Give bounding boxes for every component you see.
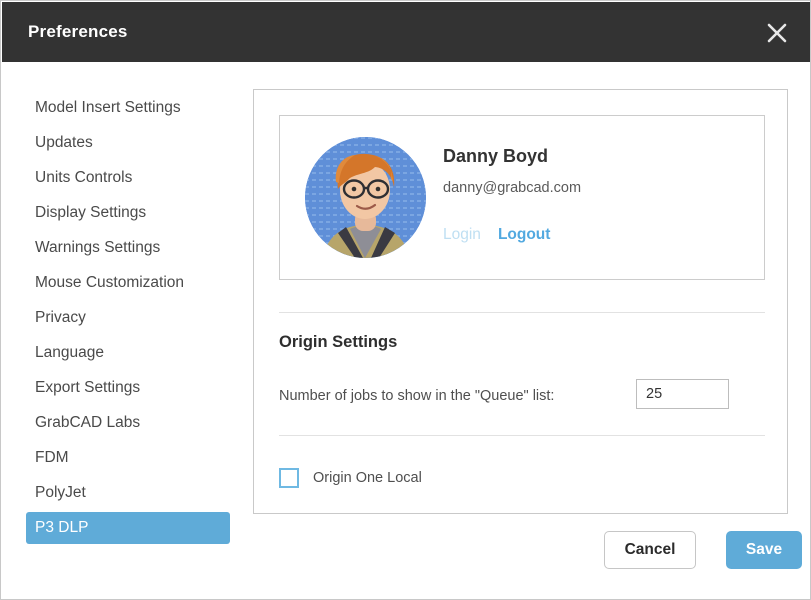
sidebar-item-label: Export Settings — [35, 379, 141, 396]
cancel-button[interactable]: Cancel — [604, 531, 696, 569]
origin-one-local-checkbox[interactable] — [279, 468, 299, 488]
origin-settings-title: Origin Settings — [279, 333, 398, 351]
preferences-sidebar: Model Insert Settings Updates Units Cont… — [2, 62, 247, 599]
sidebar-item-label: Warnings Settings — [35, 239, 161, 256]
sidebar-item-display-settings[interactable]: Display Settings — [26, 197, 230, 229]
save-button[interactable]: Save — [726, 531, 802, 569]
sidebar-item-p3-dlp[interactable]: P3 DLP — [26, 512, 230, 544]
jobs-count-input[interactable] — [636, 379, 729, 409]
sidebar-item-label: Mouse Customization — [35, 274, 185, 291]
profile-name: Danny Boyd — [443, 146, 549, 166]
sidebar-item-mouse-customization[interactable]: Mouse Customization — [26, 267, 230, 299]
sidebar-item-warnings-settings[interactable]: Warnings Settings — [26, 232, 230, 264]
origin-one-local-row[interactable]: Origin One Local — [279, 467, 422, 489]
sidebar-item-label: Updates — [35, 134, 93, 151]
section-divider-bottom — [279, 435, 765, 436]
sidebar-item-label: Model Insert Settings — [35, 99, 181, 116]
preferences-content-panel: Danny Boyd danny@grabcad.com Login Logout… — [253, 89, 788, 514]
dialog-footer: Cancel Save — [253, 531, 802, 579]
sidebar-item-updates[interactable]: Updates — [26, 127, 230, 159]
sidebar-item-fdm[interactable]: FDM — [26, 442, 230, 474]
sidebar-item-polyjet[interactable]: PolyJet — [26, 477, 230, 509]
sidebar-item-model-insert-settings[interactable]: Model Insert Settings — [26, 92, 230, 124]
sidebar-item-label: GrabCAD Labs — [35, 414, 141, 431]
sidebar-item-label: Display Settings — [35, 204, 147, 221]
sidebar-item-units-controls[interactable]: Units Controls — [26, 162, 230, 194]
sidebar-item-label: PolyJet — [35, 484, 86, 501]
login-link[interactable]: Login — [443, 226, 481, 243]
sidebar-item-privacy[interactable]: Privacy — [26, 302, 230, 334]
sidebar-item-grabcad-labs[interactable]: GrabCAD Labs — [26, 407, 230, 439]
section-divider-top — [279, 312, 765, 313]
sidebar-item-export-settings[interactable]: Export Settings — [26, 372, 230, 404]
sidebar-item-label: FDM — [35, 449, 69, 466]
dialog-titlebar: Preferences — [2, 2, 810, 62]
sidebar-item-label: Units Controls — [35, 169, 133, 186]
sidebar-item-language[interactable]: Language — [26, 337, 230, 369]
close-icon[interactable] — [759, 15, 795, 51]
sidebar-item-label: Language — [35, 344, 104, 361]
profile-auth-links: Login Logout — [443, 226, 550, 244]
sidebar-item-label: Privacy — [35, 309, 86, 326]
jobs-count-label: Number of jobs to show in the "Queue" li… — [279, 388, 555, 404]
user-avatar-photo — [305, 137, 426, 258]
user-profile-card: Danny Boyd danny@grabcad.com Login Logout — [279, 115, 765, 280]
origin-one-local-label: Origin One Local — [313, 470, 422, 486]
dialog-title: Preferences — [28, 22, 128, 41]
logout-link[interactable]: Logout — [498, 226, 551, 243]
sidebar-item-label: P3 DLP — [35, 519, 89, 536]
preferences-dialog: Preferences Model Insert Settings Update… — [0, 0, 811, 600]
profile-email: danny@grabcad.com — [443, 180, 582, 196]
